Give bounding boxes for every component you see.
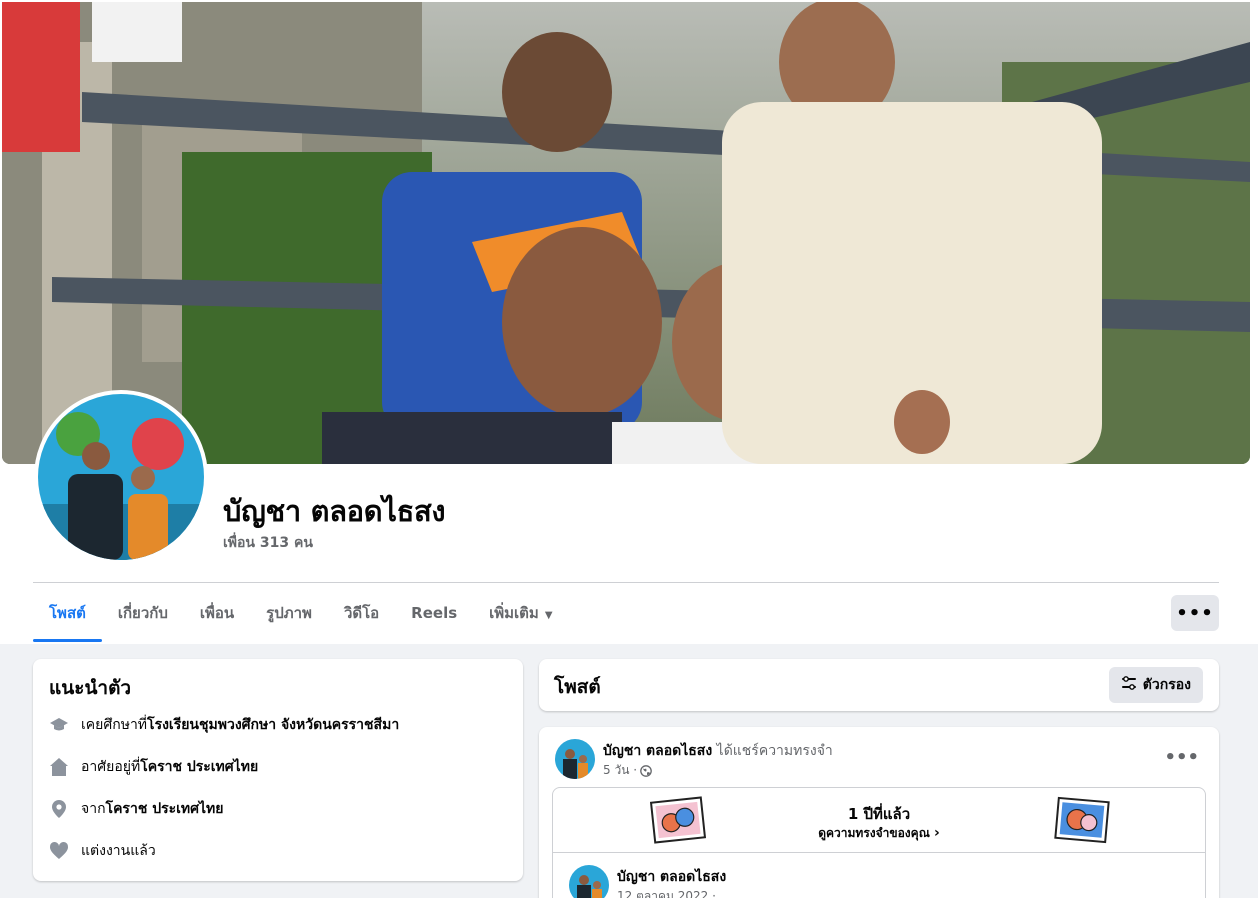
memory-sticker-right <box>1053 796 1111 844</box>
heart-icon <box>49 841 69 861</box>
graduation-cap-icon <box>49 715 69 735</box>
intro-item-education: เคยศึกษาที่ โรงเรียนชุมพวงศึกษา จังหวัดน… <box>49 714 399 736</box>
home-icon <box>49 757 69 777</box>
memory-author-avatar[interactable] <box>569 865 609 898</box>
intro-item-relationship: แต่งงานแล้ว <box>49 840 156 862</box>
cover-photo[interactable] <box>2 2 1250 464</box>
filter-icon <box>1121 675 1137 695</box>
memory-link-label: ดูความทรงจำของคุณ <box>818 826 930 840</box>
intro-title: แนะนำตัว <box>49 677 132 699</box>
post-time[interactable]: 5 วัน · <box>603 761 637 780</box>
post-options-button[interactable]: ••• <box>1164 747 1199 768</box>
filter-button[interactable]: ตัวกรอง <box>1108 667 1203 703</box>
more-options-button[interactable]: ••• <box>1171 595 1219 631</box>
memory-author-name[interactable]: บัญชา ตลอดไธสง <box>617 866 726 888</box>
intro-lives-value[interactable]: โคราช ประเทศไทย <box>140 756 258 778</box>
divider <box>33 582 1219 583</box>
intro-item-lives-in: อาศัยอยู่ที่ โคราช ประเทศไทย <box>49 756 258 778</box>
memory-banner[interactable]: 1 ปีที่แล้ว ดูความทรงจำของคุณ › <box>553 788 1205 853</box>
intro-education-value[interactable]: โรงเรียนชุมพวงศึกษา จังหวัดนครราชสีมา <box>147 714 399 736</box>
posts-header-card: โพสต์ ตัวกรอง <box>539 659 1219 711</box>
profile-picture[interactable] <box>34 390 208 564</box>
post-author-line: บัญชา ตลอดไธสง ได้แชร์ความทรงจำ <box>603 740 833 762</box>
location-pin-icon <box>49 799 69 819</box>
memory-attachment[interactable]: 1 ปีที่แล้ว ดูความทรงจำของคุณ › บัญชา ตล… <box>552 787 1206 898</box>
intro-education-prefix: เคยศึกษาที่ <box>81 717 148 733</box>
intro-from-prefix: จาก <box>81 801 106 817</box>
tab-posts[interactable]: โพสต์ <box>33 590 102 642</box>
memory-date[interactable]: 12 ตุลาคม 2022 · <box>617 887 716 898</box>
intro-card: แนะนำตัว เคยศึกษาที่ โรงเรียนชุมพวงศึกษา… <box>33 659 523 881</box>
intro-from-value[interactable]: โคราช ประเทศไทย <box>106 798 224 820</box>
tab-photos[interactable]: รูปภาพ <box>250 590 328 636</box>
intro-item-from: จาก โคราช ประเทศไทย <box>49 798 224 820</box>
tab-videos[interactable]: วิดีโอ <box>328 590 395 636</box>
tab-friends[interactable]: เพื่อน <box>184 590 250 636</box>
filter-label: ตัวกรอง <box>1142 677 1191 693</box>
friends-count[interactable]: เพื่อน 313 คน <box>223 532 313 554</box>
tab-about[interactable]: เกี่ยวกับ <box>102 590 184 636</box>
post-card: บัญชา ตลอดไธสง ได้แชร์ความทรงจำ 5 วัน · … <box>539 727 1219 898</box>
intro-lives-prefix: อาศัยอยู่ที่ <box>81 759 141 775</box>
post-author-name[interactable]: บัญชา ตลอดไธสง <box>603 743 712 759</box>
post-meta: 5 วัน · <box>603 761 652 780</box>
profile-tabs: โพสต์ เกี่ยวกับ เพื่อน รูปภาพ วิดีโอ Ree… <box>33 590 569 644</box>
caret-down-icon: ▼ <box>544 610 553 621</box>
chevron-right-icon: › <box>934 825 940 841</box>
tab-reels[interactable]: Reels <box>395 590 473 636</box>
intro-relationship-text: แต่งงานแล้ว <box>81 843 156 859</box>
globe-icon <box>640 764 652 777</box>
post-action-text: ได้แชร์ความทรงจำ <box>712 743 833 759</box>
tab-more[interactable]: เพิ่มเติม ▼ <box>473 590 568 636</box>
tab-more-label: เพิ่มเติม <box>489 604 539 622</box>
profile-name: บัญชา ตลอดไธสง <box>223 494 446 528</box>
posts-title: โพสต์ <box>554 676 601 698</box>
post-author-avatar[interactable] <box>555 739 595 779</box>
